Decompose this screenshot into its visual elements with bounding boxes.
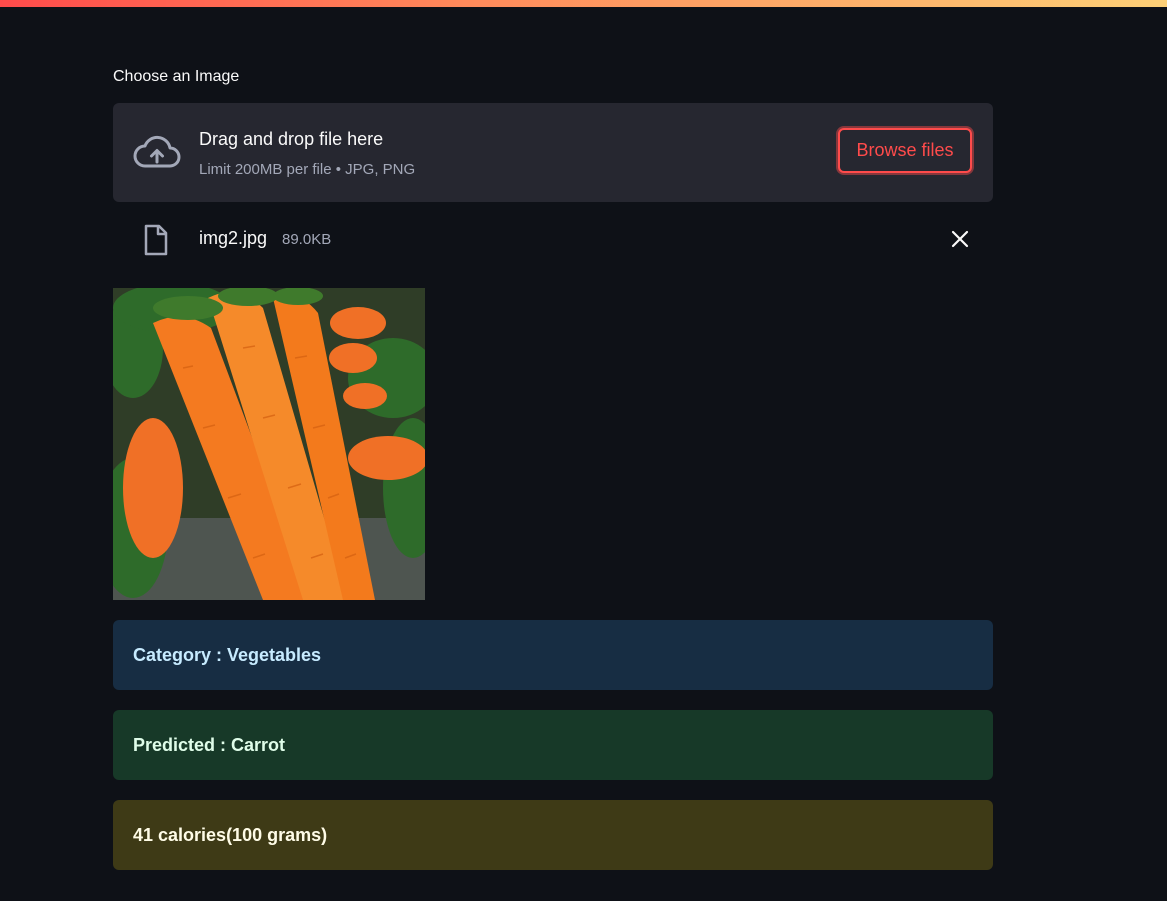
file-dropzone[interactable]: Drag and drop file here Limit 200MB per … (113, 103, 993, 202)
dropzone-title: Drag and drop file here (199, 129, 384, 149)
category-text: Category : Vegetables (133, 644, 322, 665)
prediction-success-box: Predicted : Carrot (113, 710, 993, 780)
uploaded-file-name: img2.jpg (199, 228, 268, 248)
uploader-label: Choose an Image (113, 68, 240, 85)
file-icon (144, 224, 168, 256)
uploaded-file-row: img2.jpg 89.0KB (113, 218, 993, 258)
close-icon[interactable] (949, 228, 971, 250)
header-decoration-bar (0, 0, 1167, 7)
carrot-image (113, 288, 425, 600)
calories-text: 41 calories(100 grams) (133, 824, 328, 845)
browse-files-button[interactable]: Browse files (838, 128, 972, 173)
uploaded-file-size: 89.0KB (282, 231, 332, 248)
dropzone-limit-text: Limit 200MB per file • JPG, PNG (199, 161, 416, 178)
category-info-box: Category : Vegetables (113, 620, 993, 690)
prediction-text: Predicted : Carrot (133, 734, 286, 755)
calories-warning-box: 41 calories(100 grams) (113, 800, 993, 870)
cloud-upload-icon (133, 135, 181, 168)
uploaded-image-preview (113, 288, 425, 600)
